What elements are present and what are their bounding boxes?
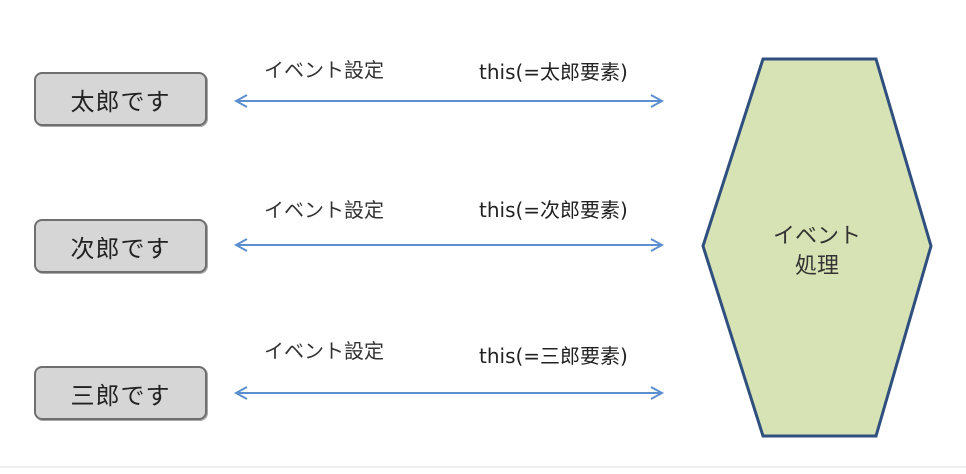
element-label-taro: 太郎です — [70, 87, 171, 116]
this-label-jiro: this(=次郎要素) — [479, 198, 628, 222]
event-handler-line1: イベント — [772, 224, 861, 249]
this-label-saburo: this(=三郎要素) — [479, 344, 628, 368]
element-box-taro: 太郎です — [34, 72, 207, 126]
event-setting-label-taro: イベント設定 — [264, 58, 384, 82]
event-handler-line2: 処理 — [794, 254, 839, 279]
this-label-taro: this(=太郎要素) — [479, 60, 628, 84]
element-label-saburo: 三郎です — [70, 381, 171, 410]
event-handler-label: イベント 処理 — [703, 222, 931, 282]
bottom-divider — [0, 466, 966, 468]
diagram-canvas: 太郎です イベント設定 this(=太郎要素) 次郎です イベント設定 this… — [0, 0, 966, 474]
element-box-saburo: 三郎です — [34, 366, 207, 420]
element-box-jiro: 次郎です — [34, 219, 207, 273]
event-setting-label-jiro: イベント設定 — [264, 198, 384, 222]
event-setting-label-saburo: イベント設定 — [264, 339, 384, 363]
element-label-jiro: 次郎です — [70, 234, 171, 263]
